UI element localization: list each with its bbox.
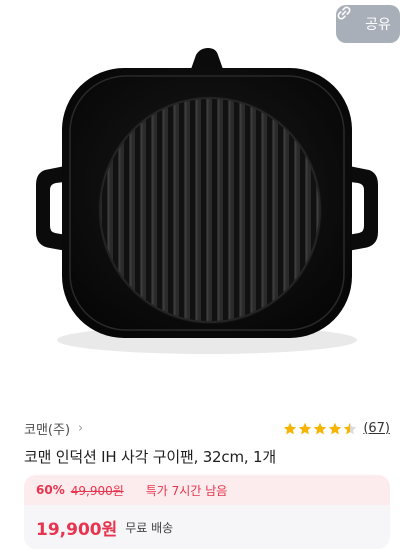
shipping-info: 무료 배송 [125, 520, 174, 535]
star-icon [328, 421, 342, 435]
discount-rate: 60% [36, 483, 65, 497]
seller-link[interactable]: 코맨(주) › [24, 419, 83, 438]
sale-price: 19,900원 [36, 519, 118, 540]
deal-countdown: 특가 7시간 남음 [145, 483, 228, 498]
star-icon [298, 421, 312, 435]
share-label: 공유 [365, 17, 391, 33]
grill-pan-illustration [36, 48, 378, 354]
price-row: 19,900원 무료 배송 [24, 505, 390, 549]
star-icon [313, 421, 327, 435]
chevron-right-icon: › [78, 420, 84, 436]
original-price: 49,900원 [70, 483, 124, 498]
star-rating [283, 421, 357, 435]
product-info: 코맨(주) › (67) 코맨 인덕션 IH 사각 구이팬, 32cm, 1개 … [0, 400, 412, 550]
rating[interactable]: (67) [283, 421, 390, 436]
review-count[interactable]: (67) [363, 421, 390, 436]
price-card: 60% 49,900원 특가 7시간 남음 19,900원 무료 배송 [24, 475, 390, 549]
product-image[interactable]: 공유 [0, 0, 412, 400]
deal-bar: 60% 49,900원 특가 7시간 남음 [24, 475, 390, 505]
product-title: 코맨 인덕션 IH 사각 구이팬, 32cm, 1개 [24, 448, 276, 466]
seller-rating-row: 코맨(주) › (67) [24, 418, 390, 438]
link-icon [337, 6, 361, 32]
star-icon [283, 421, 297, 435]
seller-name: 코맨(주) [24, 422, 71, 438]
share-button[interactable]: 공유 [336, 5, 400, 43]
star-icon [343, 421, 357, 435]
